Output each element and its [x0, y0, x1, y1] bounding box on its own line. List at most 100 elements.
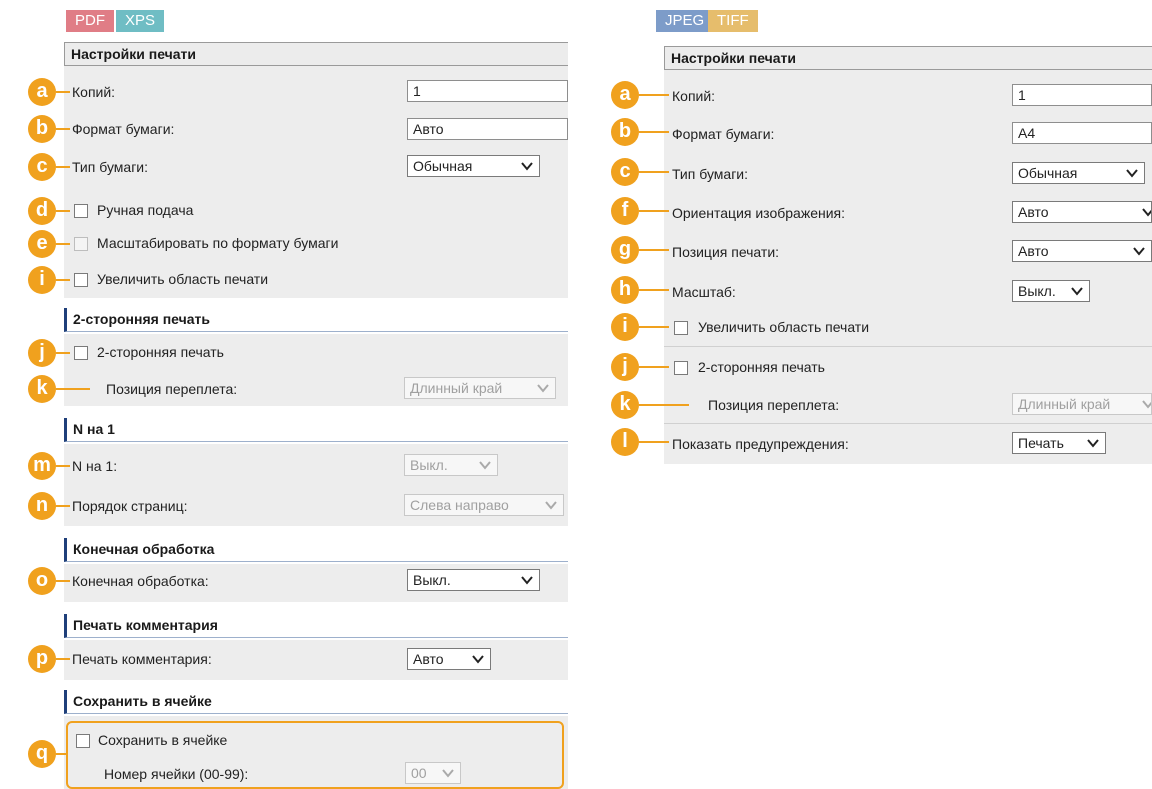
comment-label: Печать комментария:: [72, 651, 212, 667]
chevron-down-icon: [441, 766, 455, 780]
connector: [56, 753, 68, 755]
select-value: Длинный край: [1018, 396, 1111, 412]
connector: [639, 366, 669, 368]
chevron-down-icon: [520, 159, 534, 173]
copies-input[interactable]: 1: [1012, 84, 1152, 106]
warnings-select[interactable]: Печать: [1012, 432, 1106, 454]
chevron-down-icon: [1070, 284, 1084, 298]
save-box-label: Сохранить в ячейке: [98, 732, 228, 748]
section-title: N на 1: [73, 421, 115, 437]
badge-k: k: [28, 375, 56, 403]
select-value: Выкл.: [413, 572, 451, 588]
binding-select[interactable]: Длинный край: [1012, 393, 1152, 415]
badge-j: j: [611, 353, 639, 381]
badge-o: o: [28, 567, 56, 595]
comment-select[interactable]: Авто: [407, 648, 491, 670]
finishing-label: Конечная обработка:: [72, 573, 209, 589]
binding-label: Позиция переплета:: [106, 381, 238, 397]
print-position-select[interactable]: Авто: [1012, 240, 1152, 262]
select-value: Слева направо: [410, 497, 509, 513]
duplex-checkbox[interactable]: [74, 346, 88, 360]
nup-label: N на 1:: [72, 458, 118, 474]
select-value: 00: [411, 765, 427, 781]
connector: [56, 279, 70, 281]
box-number-label: Номер ячейки (00-99):: [104, 766, 249, 782]
orientation-select[interactable]: Авто: [1012, 201, 1152, 223]
badge-c: c: [611, 158, 639, 186]
xps-tag: XPS: [116, 10, 165, 32]
pdf-tag: PDF: [66, 10, 114, 32]
badge-a: a: [28, 78, 56, 106]
section-title: Настройки печати: [71, 46, 197, 62]
page-order-select[interactable]: Слева направо: [404, 494, 564, 516]
chevron-down-icon: [520, 573, 534, 587]
paper-size-input[interactable]: Авто: [407, 118, 568, 140]
paper-type-select[interactable]: Обычная: [1012, 162, 1145, 184]
page-order-label: Порядок страниц:: [72, 498, 188, 514]
section-title: Сохранить в ячейке: [73, 693, 212, 709]
save-box-checkbox[interactable]: [76, 734, 90, 748]
enlarge-area-checkbox[interactable]: [674, 321, 688, 335]
paper-type-label: Тип бумаги:: [72, 159, 149, 175]
duplex-label: 2-сторонняя печать: [97, 344, 224, 360]
connector: [56, 243, 70, 245]
binding-select[interactable]: Длинный край: [404, 377, 556, 399]
badge-d: d: [28, 197, 56, 225]
connector: [56, 580, 70, 582]
chevron-down-icon: [471, 652, 485, 666]
badge-n: n: [28, 492, 56, 520]
badge-j: j: [28, 339, 56, 367]
print-position-label: Позиция печати:: [672, 244, 780, 260]
duplex-checkbox[interactable]: [674, 361, 688, 375]
section-title: Конечная обработка: [73, 541, 215, 557]
badge-p: p: [28, 645, 56, 673]
connector: [639, 249, 669, 251]
fit-paper-checkbox[interactable]: [74, 237, 88, 251]
badge-h: h: [611, 276, 639, 304]
scale-select[interactable]: Выкл.: [1012, 280, 1090, 302]
badge-a: a: [611, 81, 639, 109]
orientation-label: Ориентация изображения:: [672, 205, 845, 221]
chevron-down-icon: [1086, 436, 1100, 450]
chevron-down-icon: [1141, 397, 1151, 411]
chevron-down-icon: [1141, 205, 1151, 219]
select-value: Выкл.: [1018, 283, 1056, 299]
badge-b: b: [611, 118, 639, 146]
paper-size-input[interactable]: A4: [1012, 122, 1152, 144]
chevron-down-icon: [1125, 166, 1139, 180]
chevron-down-icon: [1132, 244, 1146, 258]
badge-e: e: [28, 230, 56, 258]
manual-feed-label: Ручная подача: [97, 202, 194, 218]
nup-select[interactable]: Выкл.: [404, 454, 498, 476]
duplex-label: 2-сторонняя печать: [698, 359, 825, 375]
badge-m: m: [28, 452, 56, 480]
connector: [56, 91, 70, 93]
enlarge-area-label: Увеличить область печати: [97, 271, 269, 287]
left-section-box: Сохранить в ячейке: [64, 690, 568, 714]
copies-label: Копий:: [72, 84, 116, 100]
select-value: Печать: [1018, 435, 1064, 451]
scale-label: Масштаб:: [672, 284, 736, 300]
enlarge-area-checkbox[interactable]: [74, 273, 88, 287]
binding-label: Позиция переплета:: [708, 397, 840, 413]
paper-size-label: Формат бумаги:: [672, 126, 775, 142]
left-section-duplex: 2-сторонняя печать: [64, 308, 568, 332]
box-number-select[interactable]: 00: [405, 762, 461, 784]
paper-type-select[interactable]: Обычная: [407, 155, 540, 177]
section-title: Печать комментария: [73, 617, 218, 633]
left-section-print-settings: Настройки печати: [64, 42, 568, 66]
badge-k: k: [611, 391, 639, 419]
left-section-finishing: Конечная обработка: [64, 538, 568, 562]
connector: [56, 210, 70, 212]
chevron-down-icon: [544, 498, 558, 512]
fit-paper-label: Масштабировать по формату бумаги: [97, 235, 339, 251]
connector: [639, 404, 689, 406]
badge-b: b: [28, 115, 56, 143]
manual-feed-checkbox[interactable]: [74, 204, 88, 218]
copies-input[interactable]: 1: [407, 80, 568, 102]
connector: [56, 388, 90, 390]
badge-i: i: [28, 266, 56, 294]
enlarge-area-label: Увеличить область печати: [698, 319, 870, 335]
finishing-select[interactable]: Выкл.: [407, 569, 540, 591]
badge-i: i: [611, 313, 639, 341]
